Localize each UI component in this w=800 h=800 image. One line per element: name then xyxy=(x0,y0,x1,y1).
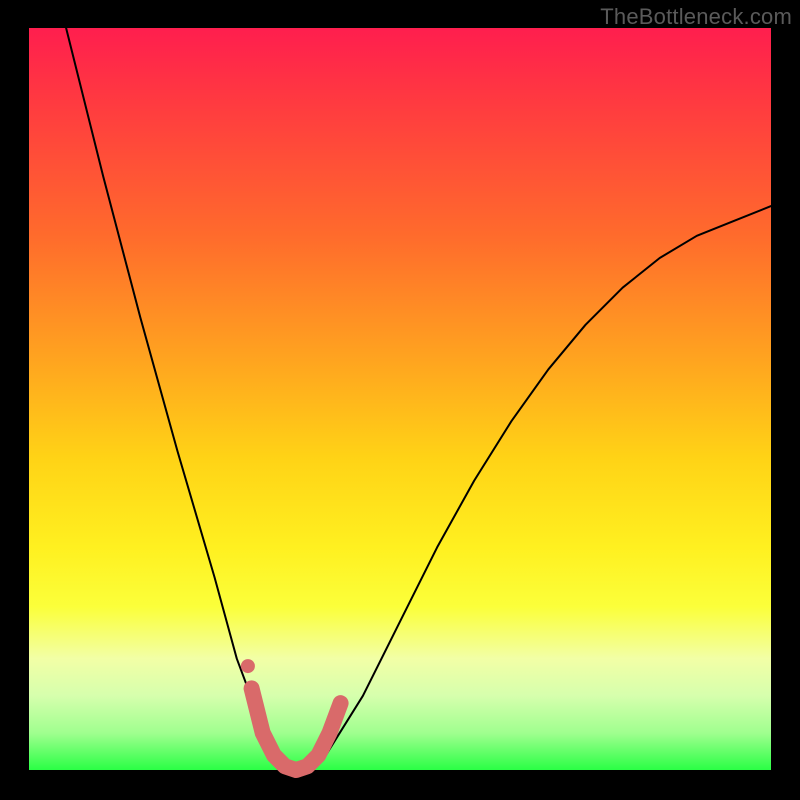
marker-path xyxy=(252,688,341,770)
bottleneck-curve xyxy=(66,28,771,770)
chart-svg xyxy=(29,28,771,770)
watermark-text: TheBottleneck.com xyxy=(600,4,792,30)
highlight-markers xyxy=(241,659,341,770)
chart-frame: TheBottleneck.com xyxy=(0,0,800,800)
marker-dot xyxy=(241,659,255,673)
plot-area xyxy=(29,28,771,770)
curve-path xyxy=(66,28,771,770)
